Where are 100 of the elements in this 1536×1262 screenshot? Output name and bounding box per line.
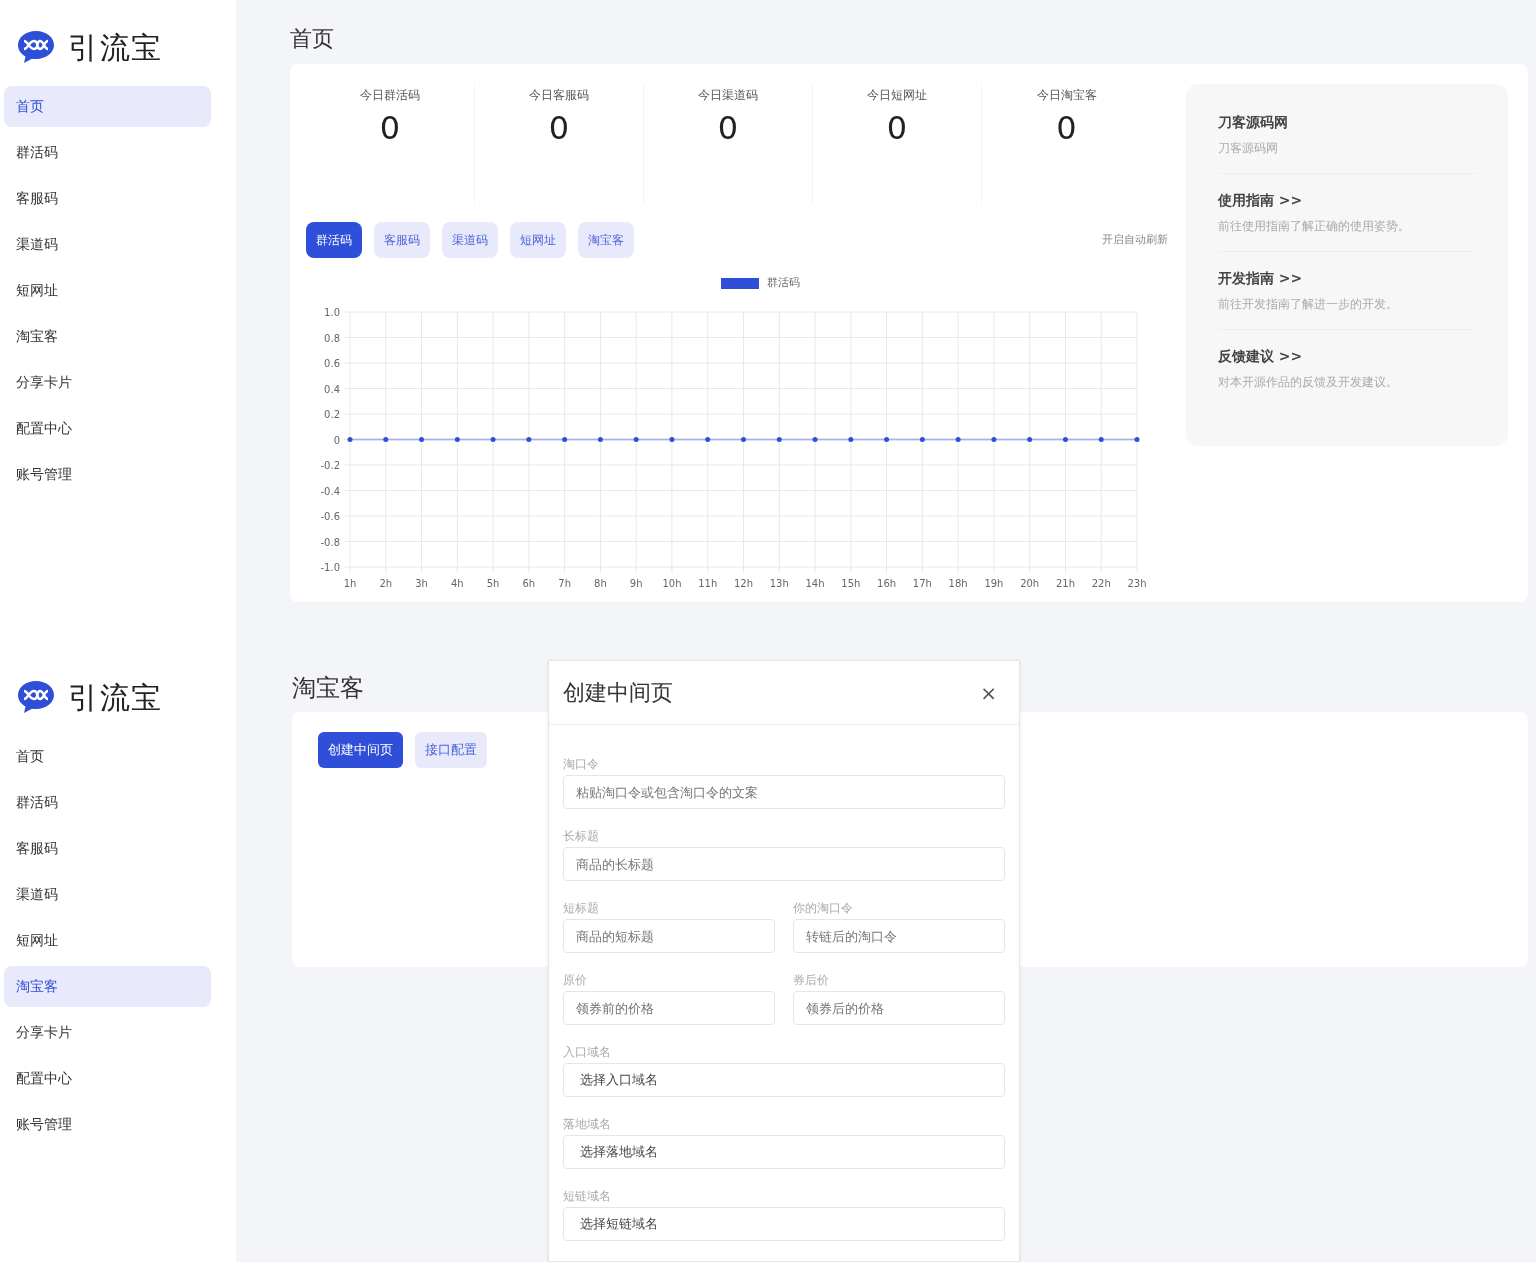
chart-tab[interactable]: 渠道码: [442, 222, 498, 258]
page-title: 淘宝客: [292, 673, 364, 704]
data-point: [991, 437, 997, 442]
input-field[interactable]: 领券后的价格: [793, 991, 1005, 1025]
sidebar-item[interactable]: 账号管理: [4, 454, 211, 495]
sidebar-item[interactable]: 配置中心: [4, 408, 211, 449]
axis-label: 4h: [450, 578, 464, 589]
chart-tab[interactable]: 短网址: [510, 222, 566, 258]
axis-label: 11h: [698, 578, 718, 589]
data-point: [562, 437, 568, 442]
data-point: [705, 437, 711, 442]
select-field[interactable]: 选择落地域名: [563, 1135, 1005, 1169]
close-button[interactable]: ×: [972, 677, 1005, 708]
field-label: 短标题: [563, 900, 599, 917]
info-text: 前往使用指南了解正确的使用姿势。: [1218, 218, 1410, 235]
data-point: [812, 437, 818, 442]
sidebar-item[interactable]: 首页: [4, 86, 211, 127]
info-title[interactable]: 开发指南 >>: [1218, 268, 1303, 289]
axis-label: 14h: [805, 578, 825, 589]
axis-label: 13h: [769, 578, 789, 589]
brand-name: 引流宝: [68, 678, 163, 717]
axis-label: 0.6: [324, 358, 340, 369]
info-text: 对本开源作品的反馈及开发建议。: [1218, 374, 1398, 391]
axis-label: 3h: [415, 578, 428, 589]
sidebar-item[interactable]: 群活码: [4, 782, 211, 823]
sidebar-item[interactable]: 账号管理: [4, 1104, 211, 1145]
input-field[interactable]: 粘贴淘口令或包含淘口令的文案: [563, 775, 1005, 809]
data-point: [347, 437, 353, 442]
data-point: [848, 437, 854, 442]
axis-label: 7h: [558, 578, 571, 589]
action-button[interactable]: 接口配置: [415, 732, 487, 768]
axis-label: 15h: [841, 578, 861, 589]
data-point: [884, 437, 890, 442]
select-field[interactable]: 选择入口域名: [563, 1063, 1005, 1097]
axis-label: 16h: [877, 578, 897, 589]
data-point: [633, 437, 639, 442]
sidebar-item[interactable]: 短网址: [4, 920, 211, 961]
sidebar-item[interactable]: 群活码: [4, 132, 211, 173]
stat-label: 今日短网址: [867, 87, 927, 104]
sidebar-item[interactable]: 短网址: [4, 270, 211, 311]
chat-bubble-logo-icon: [16, 679, 56, 715]
data-point: [526, 437, 532, 442]
info-text: 前往开发指南了解进一步的开发。: [1218, 296, 1398, 313]
field-label: 原价: [563, 972, 587, 989]
axis-label: 19h: [984, 578, 1004, 589]
input-field[interactable]: 转链后的淘口令: [793, 919, 1005, 953]
axis-label: -0.2: [320, 460, 340, 471]
axis-label: 0: [333, 434, 340, 446]
axis-label: -1.0: [320, 562, 340, 573]
axis-label: 22h: [1091, 578, 1111, 589]
modal-title: 创建中间页: [563, 679, 673, 707]
axis-label: 8h: [594, 578, 607, 589]
info-title: 刀客源码网: [1218, 113, 1288, 132]
data-point: [1134, 437, 1140, 442]
sidebar-item[interactable]: 首页: [4, 736, 211, 777]
sidebar-item[interactable]: 分享卡片: [4, 1012, 211, 1053]
field-label: 落地域名: [563, 1116, 611, 1133]
axis-label: -0.8: [320, 536, 340, 548]
sidebar-item[interactable]: 渠道码: [4, 224, 211, 265]
axis-label: 21h: [1055, 578, 1075, 589]
sidebar-item[interactable]: 渠道码: [4, 874, 211, 915]
axis-label: 0.2: [324, 409, 340, 420]
auto-refresh-link[interactable]: 开启自动刷新: [1102, 231, 1168, 249]
data-point: [669, 437, 675, 442]
action-button[interactable]: 创建中间页: [318, 732, 403, 768]
field-label: 你的淘口令: [793, 900, 853, 917]
data-point: [955, 437, 961, 442]
axis-label: 0.4: [324, 383, 340, 395]
axis-label: 23h: [1127, 578, 1147, 589]
axis-label: 12h: [733, 578, 754, 589]
axis-label: 17h: [912, 578, 932, 589]
field-label: 短链域名: [563, 1188, 611, 1205]
input-field[interactable]: 商品的长标题: [563, 847, 1005, 881]
axis-label: 5h: [486, 578, 500, 589]
info-title[interactable]: 反馈建议 >>: [1218, 346, 1303, 367]
stat-value: 0: [886, 108, 908, 148]
chart-tab[interactable]: 客服码: [374, 222, 430, 258]
sidebar-item[interactable]: 客服码: [4, 828, 211, 869]
field-label: 长标题: [563, 828, 599, 845]
field-label: 入口域名: [563, 1044, 611, 1061]
stat-value: 0: [717, 108, 739, 148]
axis-label: 6h: [522, 578, 536, 589]
data-point: [1098, 437, 1104, 442]
sidebar-item[interactable]: 分享卡片: [4, 362, 211, 403]
chart-tab[interactable]: 群活码: [306, 222, 362, 258]
sidebar-item[interactable]: 配置中心: [4, 1058, 211, 1099]
axis-label: 20h: [1020, 578, 1040, 589]
stat-label: 今日客服码: [529, 87, 589, 104]
select-field[interactable]: 选择短链域名: [563, 1207, 1005, 1241]
info-title[interactable]: 使用指南 >>: [1218, 190, 1303, 211]
stat-value: 0: [1056, 108, 1077, 148]
input-field[interactable]: 商品的短标题: [563, 919, 775, 953]
chart-tab[interactable]: 淘宝客: [578, 222, 634, 258]
axis-label: 9h: [629, 578, 643, 589]
sidebar-item[interactable]: 淘宝客: [4, 966, 211, 1007]
sidebar-item[interactable]: 淘宝客: [4, 316, 211, 357]
input-field[interactable]: 领券前的价格: [563, 991, 775, 1025]
axis-label: 10h: [662, 578, 682, 589]
sidebar-item[interactable]: 客服码: [4, 178, 211, 219]
data-point: [1062, 437, 1068, 442]
